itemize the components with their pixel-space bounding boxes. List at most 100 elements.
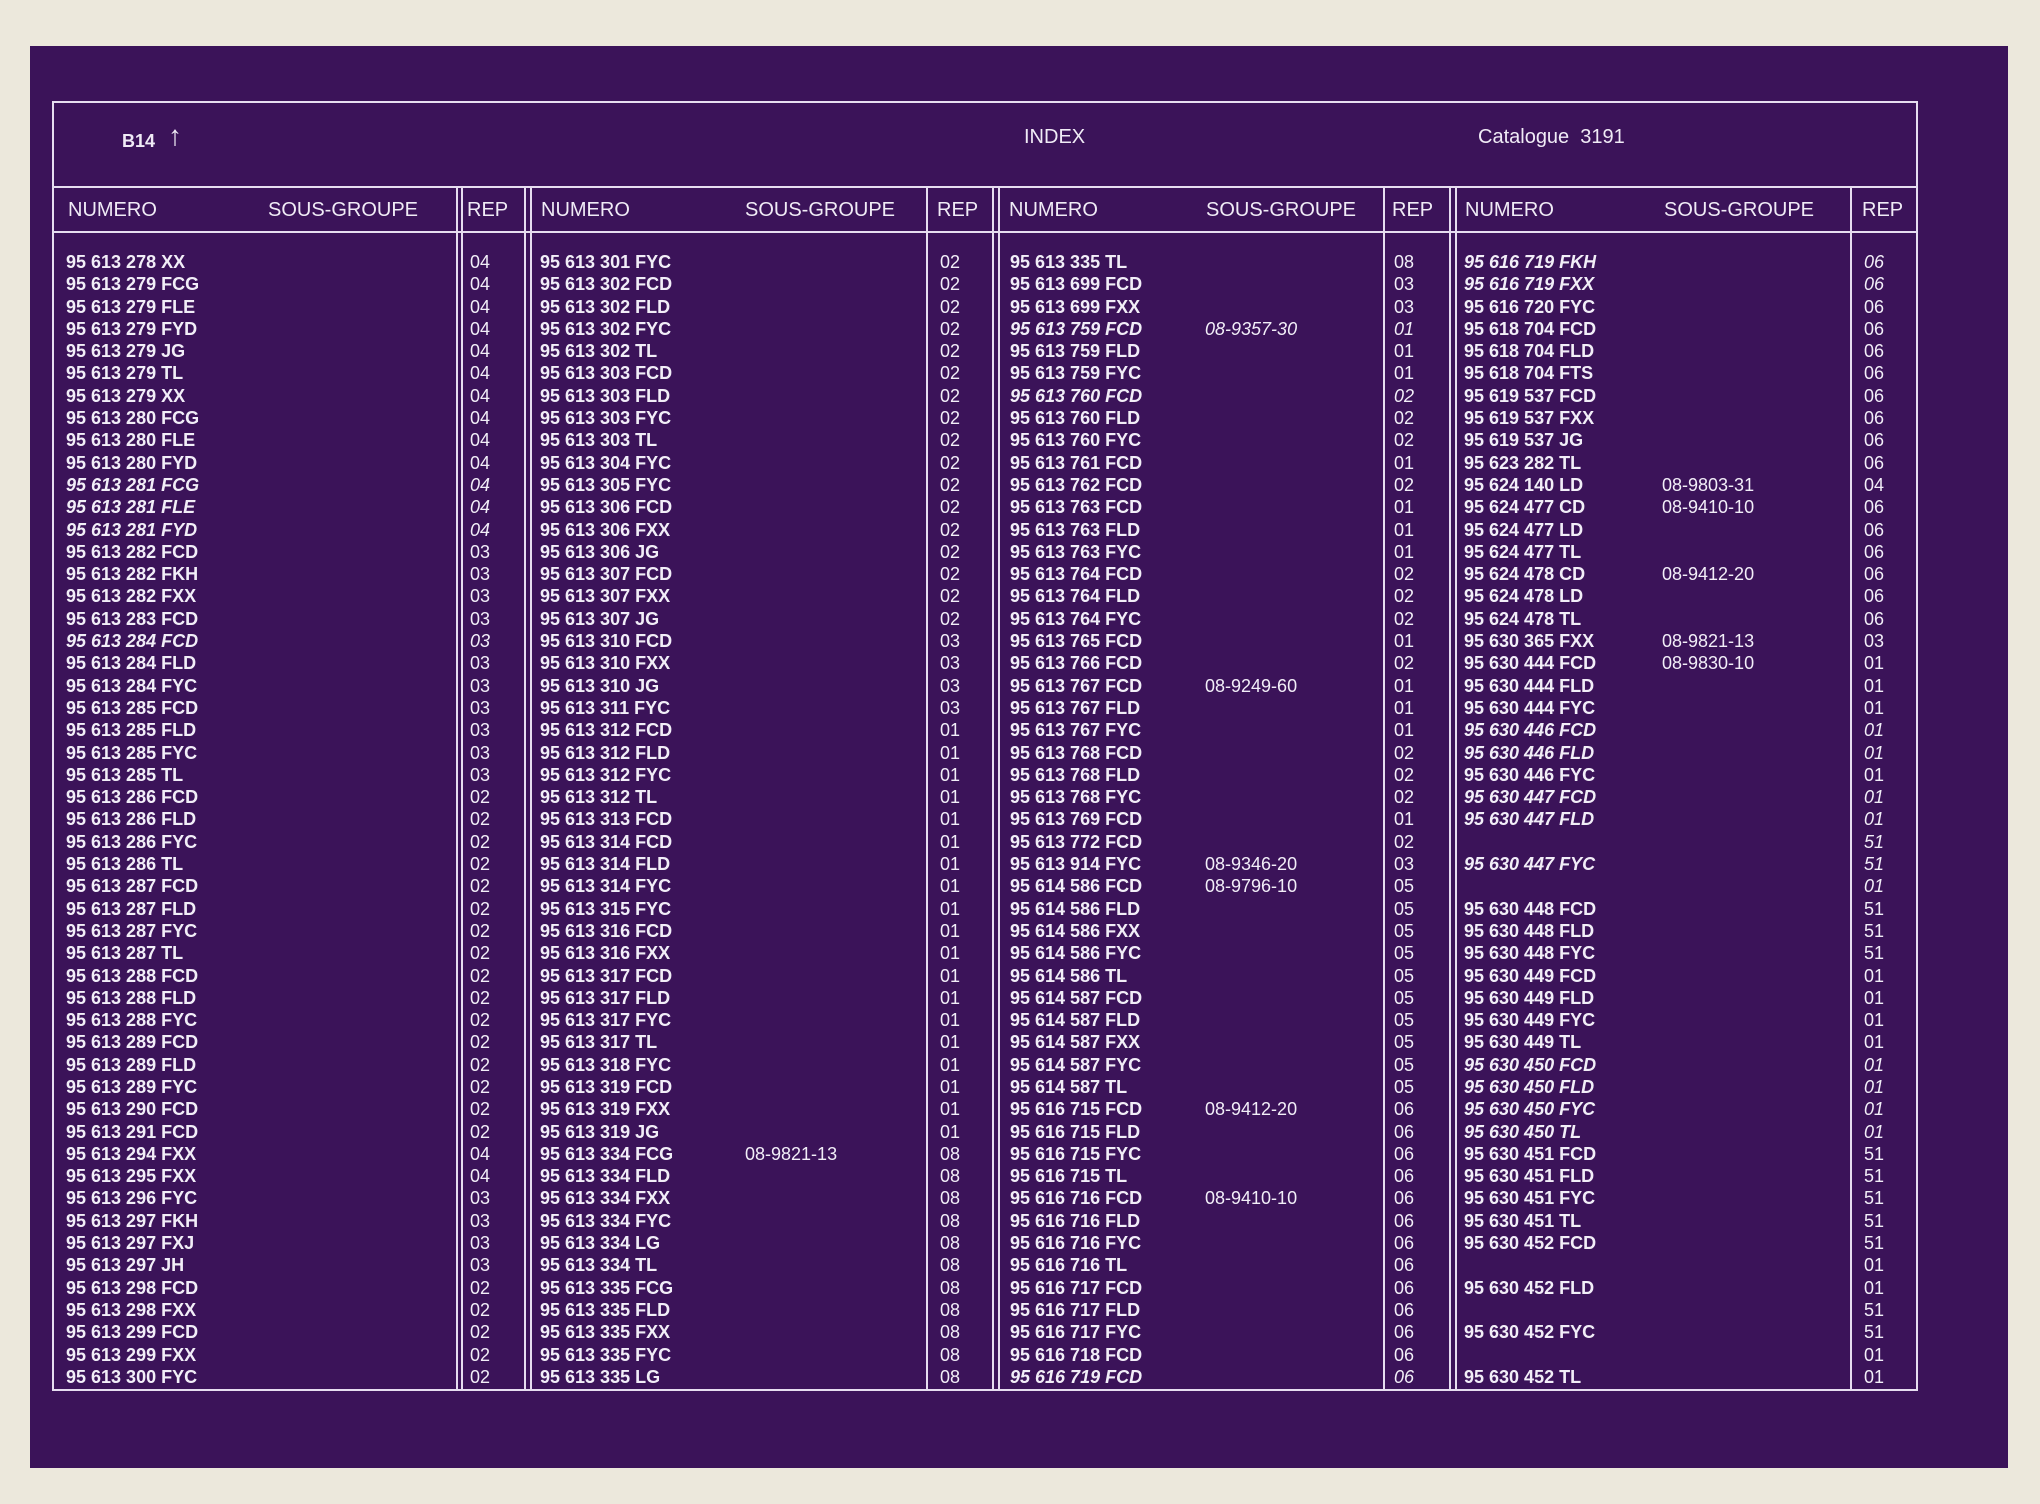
- numero-cell: 95 630 452 TL: [1464, 1366, 1582, 1387]
- table-row: 95 613 310 JG 03: [540, 675, 980, 697]
- table-row: 95 613 318 FYC 01: [540, 1054, 980, 1076]
- table-row: 95 613 763 FYC 01: [1010, 541, 1450, 563]
- table-row: 95 630 449 TL 01: [1464, 1031, 1904, 1053]
- numero-cell: 95 613 759 FCD: [1010, 318, 1143, 339]
- numero-cell: 95 613 285 FYC: [66, 742, 198, 763]
- sous-groupe-cell: 08-9412-20: [1662, 564, 1755, 585]
- rep-cell: 06: [1864, 385, 1885, 406]
- numero-cell: 95 613 302 FCD: [540, 274, 673, 295]
- rep-cell: 51: [1864, 920, 1885, 941]
- rep-cell: 06: [1864, 586, 1885, 607]
- rep-cell: 02: [1394, 831, 1415, 852]
- numero-cell: 95 613 307 FXX: [540, 586, 671, 607]
- numero-cell: 95 624 477 TL: [1464, 541, 1582, 562]
- numero-cell: 95 613 286 TL: [66, 854, 184, 875]
- rep-cell: 08: [1394, 252, 1415, 272]
- rep-cell: 02: [940, 296, 961, 317]
- table-row: 95 630 448 FLD 51: [1464, 920, 1904, 942]
- table-row: 95 624 477 LD 06: [1464, 519, 1904, 541]
- rep-cell: 02: [470, 1277, 491, 1298]
- numero-cell: 95 630 452 FCD: [1464, 1233, 1597, 1254]
- table-row: 95 613 288 FLD 02: [66, 987, 506, 1009]
- table-row: 95 630 451 FYC 51: [1464, 1187, 1904, 1209]
- column-rule: [524, 186, 526, 1391]
- numero-cell: 95 613 287 FYC: [66, 920, 198, 941]
- table-row: 95 616 715 FYC 06: [1010, 1143, 1450, 1165]
- rep-cell: 06: [1864, 519, 1885, 540]
- numero-cell: 95 613 279 XX: [66, 385, 186, 406]
- rep-cell: 01: [1864, 1277, 1885, 1298]
- table-row: 95 613 307 JG 02: [540, 608, 980, 630]
- numero-cell: 95 630 451 TL: [1464, 1210, 1582, 1231]
- table-row: 95 630 450 TL 01: [1464, 1121, 1904, 1143]
- table-row: 95 613 306 FXX 02: [540, 519, 980, 541]
- table-row: 95 624 478 LD 06: [1464, 585, 1904, 607]
- table-row: 95 613 310 FCD 03: [540, 630, 980, 652]
- table-row: 95 630 449 FYC 01: [1464, 1009, 1904, 1031]
- numero-cell: 95 613 768 FYC: [1010, 787, 1142, 808]
- table-row: 95 613 334 FXX 08: [540, 1187, 980, 1209]
- rep-cell: 02: [940, 564, 961, 585]
- rep-cell: 06: [1394, 1188, 1415, 1209]
- numero-cell: 95 613 334 LG: [540, 1233, 661, 1254]
- numero-cell: 95 613 319 JG: [540, 1121, 660, 1142]
- rep-cell: 51: [1864, 1322, 1885, 1343]
- table-row: 95 616 718 FCD 06: [1010, 1344, 1450, 1366]
- numero-cell: 95 618 704 FLD: [1464, 341, 1595, 362]
- numero-cell: 95 614 587 FXX: [1010, 1032, 1141, 1053]
- rep-cell: 02: [470, 1299, 491, 1320]
- numero-cell: 95 614 586 TL: [1010, 965, 1128, 986]
- table-row: 95 614 587 FCD 05: [1010, 987, 1450, 1009]
- rep-cell: 02: [940, 452, 961, 473]
- table-row: 95 613 287 FCD 02: [66, 875, 506, 897]
- numero-cell: 95 613 767 FCD: [1010, 675, 1143, 696]
- rep-cell: 01: [1864, 1366, 1885, 1387]
- table-row: 95 613 285 TL 03: [66, 764, 506, 786]
- table-row: 95 616 716 TL 06: [1010, 1254, 1450, 1276]
- rep-cell: 02: [1394, 653, 1415, 674]
- table-row: 95 613 286 FLD 02: [66, 808, 506, 830]
- numero-cell: 95 630 447 FCD: [1464, 787, 1597, 808]
- table-row: 95 613 312 FCD 01: [540, 719, 980, 741]
- numero-cell: 95 613 306 JG: [540, 541, 660, 562]
- numero-cell: 95 613 279 FCG: [66, 274, 200, 295]
- numero-cell: 95 613 296 FYC: [66, 1188, 198, 1209]
- rep-cell: 08: [940, 1188, 961, 1209]
- numero-cell: 95 630 451 FLD: [1464, 1166, 1595, 1187]
- numero-cell: 95 613 301 FYC: [540, 252, 672, 272]
- rep-cell: 03: [470, 1210, 491, 1231]
- up-arrow-icon: ↑: [168, 120, 182, 151]
- table-row: 95 616 716 FCD 08-9410-10 06: [1010, 1187, 1450, 1209]
- rep-cell: 01: [940, 920, 961, 941]
- rep-cell: 01: [1864, 742, 1885, 763]
- table-row: 95 613 283 FCD 03: [66, 608, 506, 630]
- numero-cell: 95 613 769 FCD: [1010, 809, 1143, 830]
- numero-cell: 95 616 715 FYC: [1010, 1143, 1142, 1164]
- numero-cell: 95 624 478 TL: [1464, 608, 1582, 629]
- rep-cell: 03: [470, 675, 491, 696]
- rep-cell: 02: [1394, 787, 1415, 808]
- rep-cell: 02: [470, 1054, 491, 1075]
- table-row: 95 613 299 FCD 02: [66, 1321, 506, 1343]
- table-row: 95 630 452 FLD 01: [1464, 1277, 1904, 1299]
- rep-cell: 08: [940, 1166, 961, 1187]
- sous-groupe-header: SOUS-GROUPE: [1664, 199, 1815, 221]
- rep-cell: 02: [470, 920, 491, 941]
- numero-cell: 95 613 295 FXX: [66, 1166, 197, 1187]
- numero-header: NUMERO: [1009, 199, 1098, 221]
- table-row: 95 613 768 FLD 02: [1010, 764, 1450, 786]
- numero-cell: 95 613 284 FLD: [66, 653, 197, 674]
- table-row: 95 613 290 FCD 02: [66, 1098, 506, 1120]
- rep-cell: 02: [470, 1010, 491, 1031]
- rep-cell: 01: [1394, 631, 1415, 652]
- table-row: 95 616 715 FLD 06: [1010, 1121, 1450, 1143]
- table-row: 95 613 335 FCG 08: [540, 1277, 980, 1299]
- table-row: 95 613 291 FCD 02: [66, 1121, 506, 1143]
- numero-cell: 95 613 306 FCD: [540, 497, 673, 518]
- rep-cell: 01: [1394, 675, 1415, 696]
- rep-cell: 08: [940, 1255, 961, 1276]
- table-row: 95 630 446 FCD 01: [1464, 719, 1904, 741]
- numero-cell: 95 619 537 FCD: [1464, 385, 1597, 406]
- numero-cell: 95 624 477 LD: [1464, 519, 1584, 540]
- rep-cell: 04: [470, 385, 491, 406]
